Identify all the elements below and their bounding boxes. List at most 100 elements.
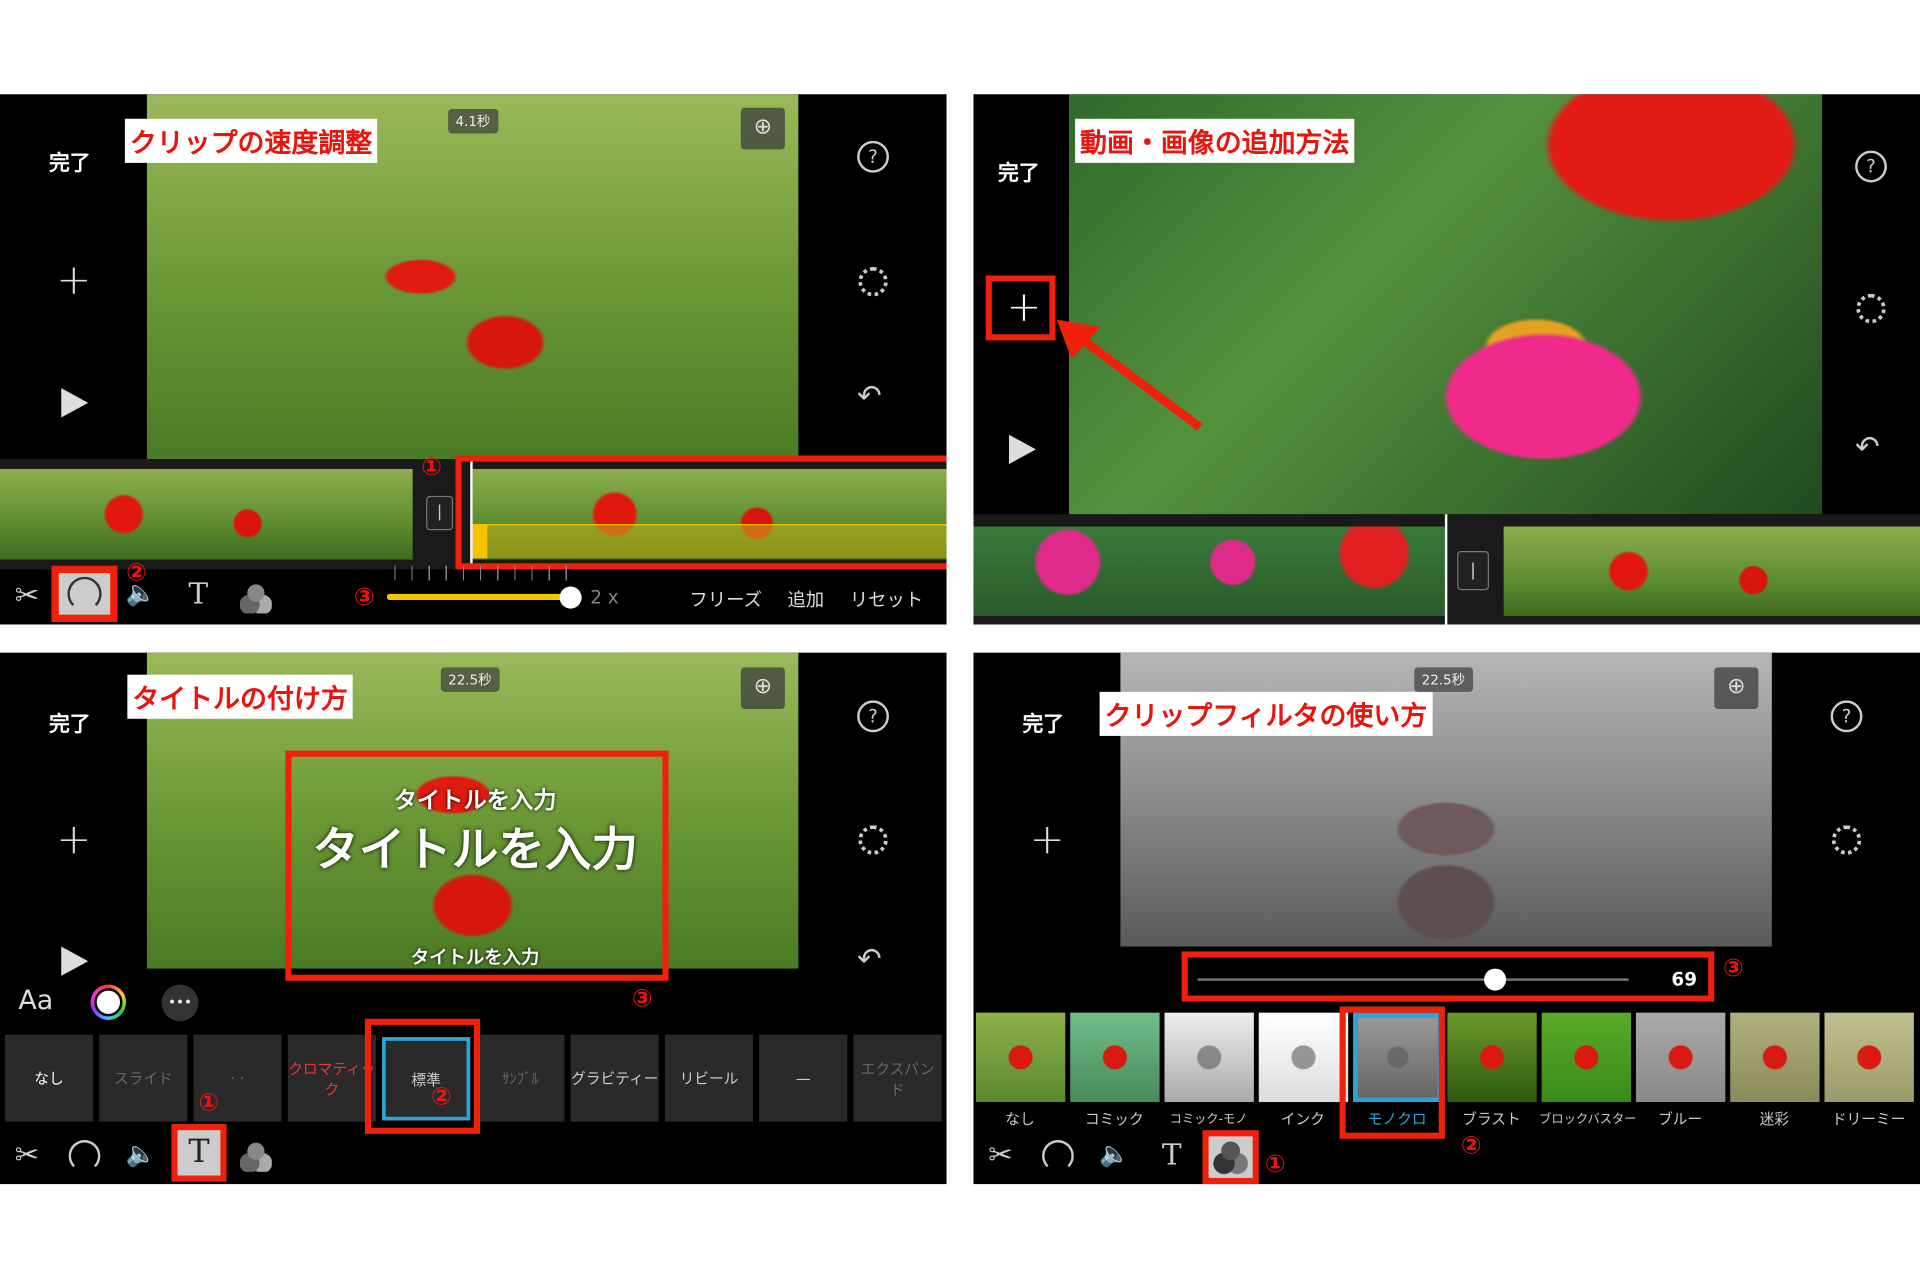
- title-subtitle-bottom[interactable]: タイトルを入力: [291, 944, 658, 970]
- filter-label[interactable]: 迷彩: [1728, 1108, 1821, 1129]
- filter-thumbnail[interactable]: [1070, 1012, 1160, 1103]
- duration-badge: 22.5秒: [1414, 667, 1473, 692]
- playhead[interactable]: [1444, 514, 1448, 625]
- title-style-tile[interactable]: リビール: [664, 1034, 754, 1122]
- clip-transition-handle[interactable]: |: [426, 495, 454, 531]
- title-style-tile[interactable]: なし: [4, 1034, 94, 1122]
- filter-label[interactable]: ブルー: [1633, 1108, 1726, 1129]
- filter-label[interactable]: コミック: [1068, 1108, 1161, 1129]
- undo-icon[interactable]: ↶: [857, 378, 882, 412]
- filter-label[interactable]: インク: [1256, 1108, 1349, 1129]
- more-options-button[interactable]: •••: [161, 984, 199, 1022]
- title-tool-button[interactable]: T: [171, 1124, 227, 1182]
- done-button[interactable]: 完了: [1022, 707, 1064, 737]
- settings-gear-icon[interactable]: [858, 825, 888, 855]
- title-text-icon: T: [177, 1130, 221, 1176]
- filter-thumbnail[interactable]: [1164, 1012, 1254, 1103]
- settings-gear-icon[interactable]: [858, 266, 888, 297]
- title-text-icon[interactable]: T: [176, 577, 220, 611]
- volume-icon[interactable]: 🔈: [1092, 1139, 1136, 1168]
- title-style-tile[interactable]: スライド: [99, 1034, 188, 1122]
- speedometer-icon: [67, 576, 102, 612]
- step-2-marker: ②: [1460, 1130, 1482, 1160]
- help-icon[interactable]: ?: [1855, 150, 1887, 183]
- speed-slider[interactable]: [386, 593, 571, 601]
- undo-icon[interactable]: ↶: [1855, 430, 1880, 464]
- zoom-icon[interactable]: ⊕: [740, 107, 785, 150]
- filter-thumbnail[interactable]: [975, 1012, 1066, 1103]
- done-button[interactable]: 完了: [49, 146, 91, 176]
- title-main[interactable]: タイトルを入力: [291, 812, 658, 879]
- filter-thumbnail[interactable]: [1541, 1012, 1632, 1103]
- speed-slider-thumb[interactable]: [559, 586, 582, 609]
- font-button[interactable]: Aa: [18, 986, 53, 1017]
- clip-transition-handle[interactable]: |: [1457, 551, 1489, 591]
- title-style-tile[interactable]: —: [759, 1034, 848, 1122]
- filter-label[interactable]: ブラスト: [1445, 1108, 1538, 1129]
- title-subtitle-top[interactable]: タイトルを入力: [291, 782, 658, 815]
- filter-label[interactable]: コミック-モノ: [1162, 1108, 1255, 1126]
- reset-button[interactable]: リセット: [850, 587, 923, 613]
- speed-tool-button[interactable]: [51, 565, 118, 623]
- add-media-panel: 完了 + 動画・画像の追加方法 ? ↶ |: [973, 94, 1920, 625]
- done-button[interactable]: 完了: [998, 156, 1040, 186]
- zoom-icon[interactable]: ⊕: [740, 667, 785, 709]
- filter-label[interactable]: ブロックバスター: [1539, 1108, 1636, 1126]
- title-text-icon[interactable]: T: [1150, 1138, 1194, 1172]
- step-1-marker: ①: [1264, 1148, 1286, 1178]
- highlight-box: [455, 455, 947, 570]
- undo-icon[interactable]: ↶: [857, 942, 882, 976]
- filter-label[interactable]: ドリーミー: [1822, 1108, 1915, 1129]
- play-button[interactable]: [61, 388, 89, 418]
- title-style-tile[interactable]: エクスパンド: [853, 1034, 942, 1122]
- filter-icon[interactable]: [240, 584, 272, 614]
- color-picker-button[interactable]: [90, 984, 127, 1021]
- step-3-marker: ③: [353, 581, 375, 612]
- filter-intensity-slider[interactable]: [1197, 978, 1629, 981]
- zoom-icon[interactable]: ⊕: [1714, 667, 1759, 709]
- timeline-clip[interactable]: [973, 526, 1445, 616]
- settings-gear-icon[interactable]: [1856, 293, 1886, 324]
- title-style-tile[interactable]: クロマティック: [287, 1034, 376, 1122]
- filter-intensity-thumb[interactable]: [1483, 968, 1506, 991]
- filter-icon: [1208, 1136, 1253, 1178]
- filter-label[interactable]: なし: [973, 1108, 1066, 1129]
- title-style-tile[interactable]: グラビティー: [570, 1034, 659, 1122]
- filter-thumbnail[interactable]: [1635, 1012, 1726, 1103]
- step-1-marker: ①: [198, 1087, 220, 1117]
- add-media-button[interactable]: +: [56, 260, 91, 302]
- timeline-clip[interactable]: [0, 468, 413, 560]
- title-style-tile[interactable]: ｻﾝﾌﾞﾙ: [476, 1034, 565, 1122]
- help-icon[interactable]: ?: [857, 140, 889, 173]
- play-button[interactable]: [1008, 434, 1036, 465]
- help-icon[interactable]: ?: [857, 700, 889, 733]
- step-3-marker: ③: [631, 983, 653, 1013]
- add-button[interactable]: 追加: [787, 587, 824, 613]
- filter-thumbnail[interactable]: [1258, 1012, 1349, 1103]
- add-media-button[interactable]: +: [1030, 819, 1065, 861]
- filter-tool-button[interactable]: [1202, 1130, 1259, 1185]
- speedometer-icon[interactable]: [68, 1140, 101, 1172]
- volume-icon[interactable]: 🔈: [119, 578, 163, 607]
- filter-icon[interactable]: [240, 1142, 272, 1172]
- timeline[interactable]: |: [973, 514, 1920, 625]
- speedometer-icon[interactable]: [1042, 1140, 1074, 1172]
- filter-thumbnail[interactable]: [1447, 1012, 1537, 1103]
- done-button[interactable]: 完了: [49, 707, 91, 737]
- filter-thumbnail[interactable]: [1824, 1012, 1914, 1103]
- settings-gear-icon[interactable]: [1831, 825, 1862, 855]
- filter-list[interactable]: なし コミック コミック-モノ インク モノクロ ブラスト ブロックバスター ブルー 迷彩 ドリー…: [973, 1012, 1920, 1135]
- add-media-button[interactable]: +: [56, 819, 91, 861]
- scissors-icon[interactable]: ✂: [978, 1138, 1022, 1172]
- help-icon[interactable]: ?: [1830, 700, 1863, 733]
- volume-icon[interactable]: 🔈: [119, 1139, 163, 1168]
- filter-thumbnail[interactable]: [1730, 1012, 1820, 1103]
- freeze-button[interactable]: フリーズ: [689, 587, 762, 613]
- play-button[interactable]: [61, 946, 89, 976]
- highlight-box: [1339, 1006, 1445, 1139]
- duration-badge: 4.1秒: [448, 108, 498, 134]
- scissors-icon[interactable]: ✂: [5, 578, 49, 612]
- timeline-clip[interactable]: [1503, 526, 1920, 616]
- scissors-icon[interactable]: ✂: [5, 1138, 49, 1172]
- add-media-button[interactable]: +: [1007, 287, 1042, 329]
